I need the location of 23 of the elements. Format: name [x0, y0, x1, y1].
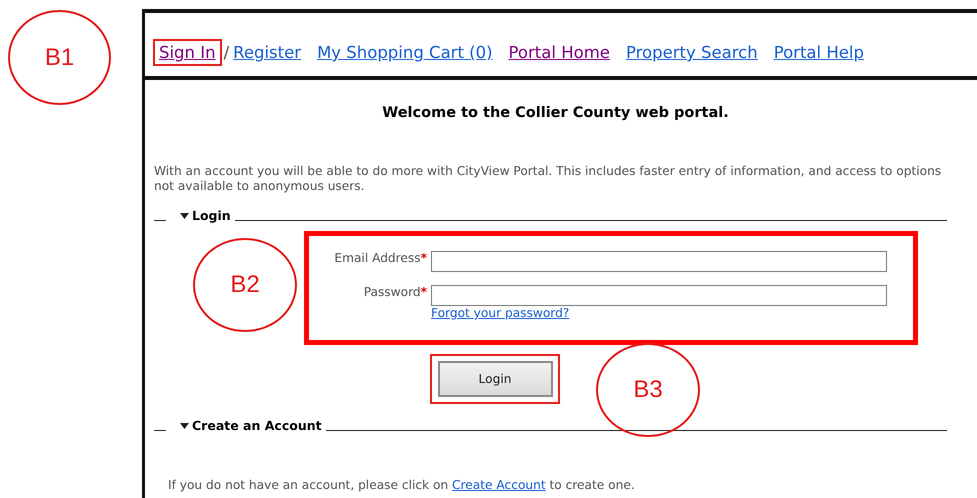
intro-text: With an account you will be able to do more with CityView Portal. This includes faster entry of information, and access to options not available to anonymous users.: [154, 164, 942, 194]
login-button[interactable]: Login: [438, 361, 552, 397]
section-title: Login: [192, 208, 231, 223]
nav-link[interactable]: Portal Home: [502, 39, 616, 66]
caret-icon[interactable]: [180, 212, 189, 218]
forgot-password-link[interactable]: Forgot your password?: [431, 306, 570, 320]
field-label: Email Address*: [334, 251, 428, 267]
callout-bubble: B3: [596, 343, 700, 437]
section-title: Create an Account: [192, 418, 322, 433]
input-field[interactable]: [431, 251, 887, 272]
caret-icon[interactable]: [180, 422, 189, 428]
separator: /: [224, 43, 230, 64]
create-account-text: If you do not have an account, please click on Create Account to create one.: [168, 478, 636, 492]
nav-link[interactable]: My Shopping Cart (0): [311, 39, 499, 66]
field-label: Password*: [364, 285, 428, 301]
nav-link[interactable]: Property Search: [620, 39, 764, 66]
callout-bubble: B1: [8, 10, 111, 105]
create-account-link[interactable]: Create Account: [452, 478, 546, 492]
nav-link[interactable]: Sign In: [153, 39, 222, 66]
input-field[interactable]: [431, 285, 887, 306]
welcome-heading: Welcome to the Collier County web portal.: [381, 105, 730, 121]
nav-link[interactable]: Portal Help: [768, 39, 870, 66]
callout-bubble: B2: [193, 238, 297, 332]
